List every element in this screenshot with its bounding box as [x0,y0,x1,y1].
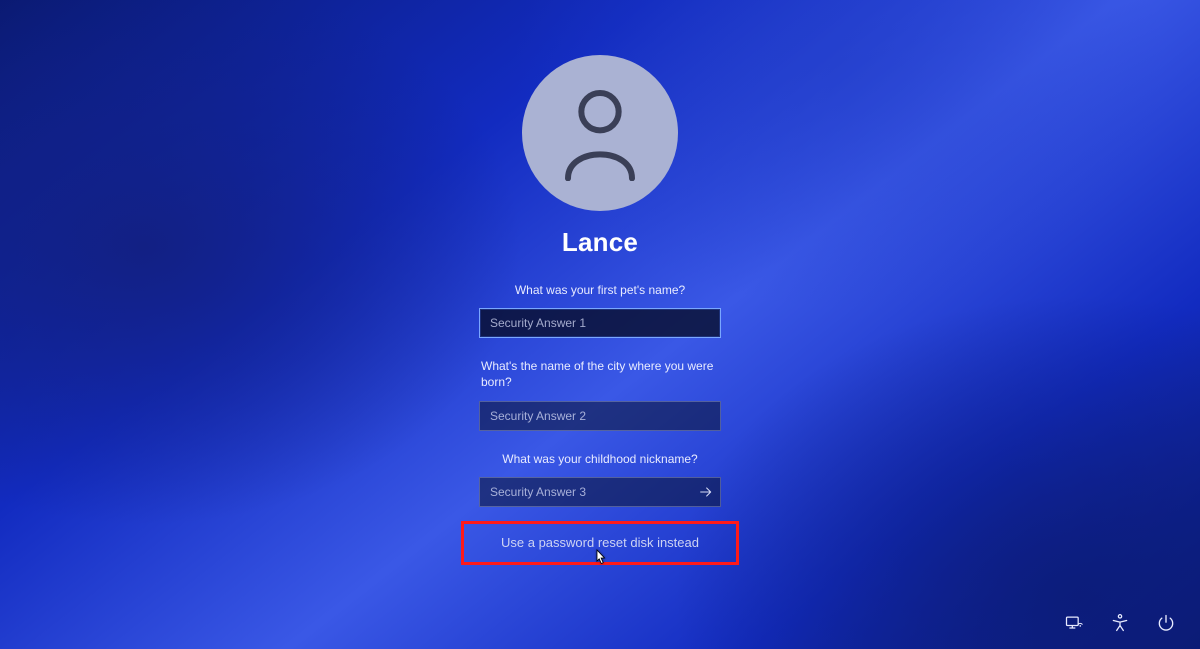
username-label: Lance [562,227,638,258]
network-button[interactable] [1064,613,1084,633]
power-icon [1156,613,1176,633]
security-answer-1-input[interactable] [479,308,721,338]
use-password-reset-disk-link[interactable]: Use a password reset disk instead [461,521,739,565]
submit-arrow-button[interactable] [691,477,721,507]
security-question-2: What's the name of the city where you we… [479,358,721,390]
security-answer-2-input[interactable] [479,401,721,431]
accessibility-icon [1110,613,1130,633]
user-avatar [522,55,678,211]
system-tray [1064,613,1176,633]
arrow-right-icon [698,484,714,500]
accessibility-button[interactable] [1110,613,1130,633]
power-button[interactable] [1156,613,1176,633]
user-icon [557,85,643,181]
security-question-3: What was your childhood nickname? [479,451,721,467]
security-answer-3-input[interactable] [479,477,721,507]
security-question-1: What was your first pet's name? [479,282,721,298]
network-icon [1064,613,1084,633]
